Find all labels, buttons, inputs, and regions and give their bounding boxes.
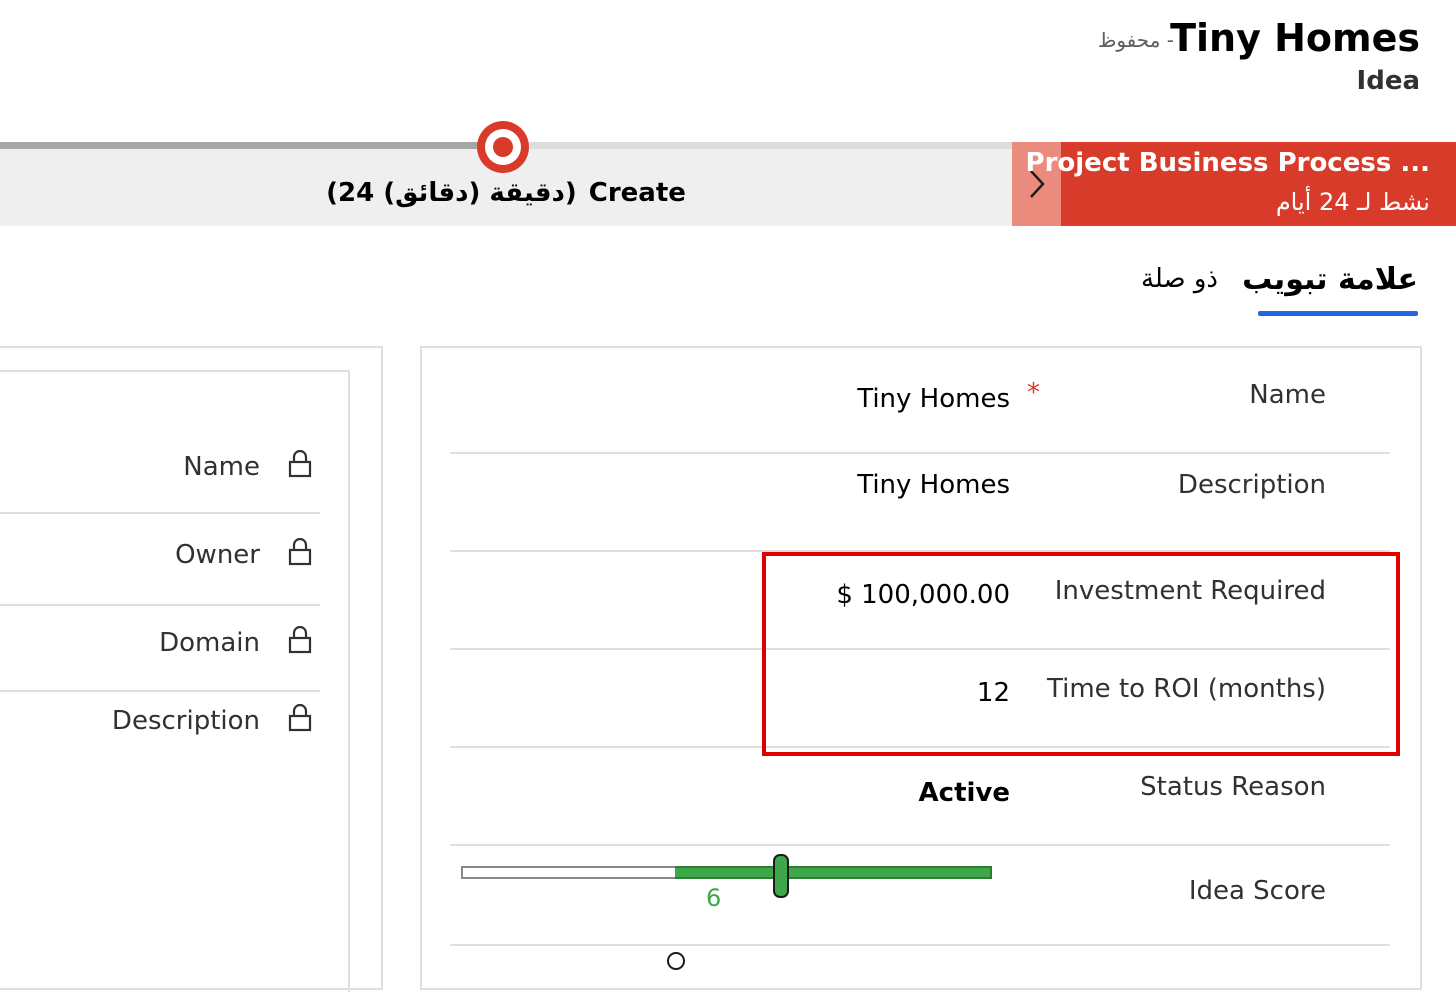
divider	[0, 690, 320, 692]
idea-score-label: Idea Score	[1188, 876, 1326, 906]
divider	[450, 844, 1390, 846]
description-label: Description	[1177, 470, 1326, 500]
stage-name: Create	[588, 178, 686, 208]
locked-field-name-label: Name	[183, 452, 260, 482]
description-field[interactable]: Tiny Homes	[857, 470, 1010, 500]
divider	[450, 944, 1390, 946]
process-name: Project Business Process ...	[1025, 148, 1430, 178]
tab-main[interactable]: علامة تبويب	[1242, 262, 1418, 297]
selected-tab-indicator	[1258, 311, 1418, 316]
entity-type: Idea	[1356, 66, 1420, 96]
active-stage[interactable]: (24 دقيقة (دقائق)) Create	[0, 178, 1012, 208]
saved-status: محفوظ -	[1097, 28, 1174, 52]
required-indicator: *	[1027, 378, 1040, 408]
divider	[0, 512, 320, 514]
status-reason-field[interactable]: Active	[919, 778, 1010, 808]
idea-score-value: 6	[706, 884, 722, 912]
divider	[0, 604, 320, 606]
process-active-duration: نشط لـ 24 أيام	[1275, 188, 1430, 216]
name-field[interactable]: Tiny Homes	[857, 384, 1010, 414]
locked-field-domain-label: Domain	[159, 628, 260, 658]
divider	[450, 452, 1390, 454]
stage-progress-completed	[0, 142, 478, 149]
stage-target-icon[interactable]	[474, 118, 532, 176]
status-reason-label: Status Reason	[1140, 772, 1326, 802]
process-panel[interactable]: Project Business Process ... نشط لـ 24 أ…	[1026, 142, 1456, 226]
next-field-handle[interactable]	[667, 952, 685, 970]
name-label: Name	[1249, 380, 1326, 410]
lock-icon	[288, 538, 312, 566]
highlight-annotation	[762, 552, 1400, 756]
stage-progress-remaining	[530, 142, 1012, 149]
lock-icon	[288, 626, 312, 654]
idea-score-track[interactable]	[461, 866, 677, 879]
locked-field-description-label: Description	[111, 706, 260, 736]
record-title: Tiny Homes	[1170, 16, 1420, 60]
locked-field-owner-label: Owner	[175, 540, 260, 570]
idea-score-fill[interactable]	[675, 866, 992, 879]
lock-icon	[288, 450, 312, 478]
stage-duration: (24 دقيقة (دقائق))	[326, 178, 577, 208]
lock-icon	[288, 704, 312, 732]
idea-score-slider-thumb[interactable]	[773, 854, 789, 898]
tab-related[interactable]: ذو صلة	[1141, 264, 1218, 294]
